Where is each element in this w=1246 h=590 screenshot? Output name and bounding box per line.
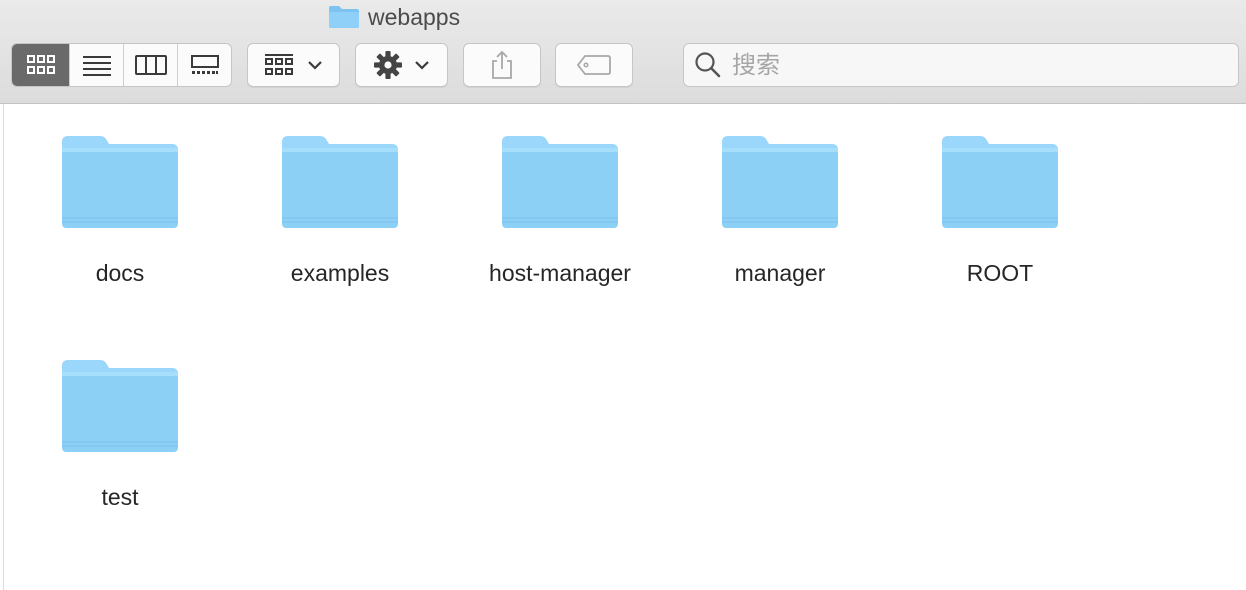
folder-content-area: docs examples host-manager manager ROOT …	[3, 104, 1246, 590]
folder-label: manager	[734, 260, 826, 286]
list-view-icon	[82, 56, 111, 76]
window-title: webapps	[328, 2, 460, 32]
folder-item-manager[interactable]: manager	[670, 134, 890, 287]
folder-label: test	[101, 484, 139, 510]
folder-label: docs	[95, 260, 145, 286]
icon-view-button[interactable]	[12, 44, 70, 86]
folder-item-host-manager[interactable]: host-manager	[450, 134, 670, 287]
folder-item-examples[interactable]: examples	[230, 134, 450, 287]
list-view-button[interactable]	[70, 44, 124, 86]
folder-icon	[62, 360, 178, 452]
tags-button[interactable]	[555, 43, 633, 87]
share-button[interactable]	[463, 43, 541, 87]
folder-label: ROOT	[966, 260, 1034, 286]
search-icon	[695, 52, 721, 78]
chevron-down-icon	[414, 61, 429, 70]
view-mode-control	[11, 43, 232, 87]
chevron-down-icon	[307, 61, 322, 70]
group-by-button[interactable]	[247, 43, 340, 87]
column-view-icon	[134, 55, 167, 75]
folder-item-docs[interactable]: docs	[10, 134, 230, 287]
folder-icon	[62, 136, 178, 228]
folder-label: host-manager	[489, 260, 631, 286]
folder-icon	[328, 5, 360, 29]
folder-icon	[502, 136, 618, 228]
folder-label: examples	[290, 260, 390, 286]
gallery-view-icon	[190, 55, 219, 74]
folder-item-root[interactable]: ROOT	[890, 134, 1110, 287]
search-input[interactable]	[730, 50, 1214, 80]
gallery-view-button[interactable]	[178, 44, 231, 86]
gear-icon	[373, 51, 402, 79]
tag-icon	[576, 55, 611, 75]
finder-toolbar: webapps	[0, 0, 1246, 104]
folder-icon	[722, 136, 838, 228]
window-title-text: webapps	[368, 3, 461, 30]
column-view-button[interactable]	[124, 44, 178, 86]
action-menu-button[interactable]	[355, 43, 448, 87]
group-grid-icon	[264, 54, 293, 75]
search-field[interactable]	[683, 43, 1239, 87]
folder-icon	[942, 136, 1058, 228]
share-icon	[492, 50, 512, 79]
folder-icon	[282, 136, 398, 228]
folder-item-test[interactable]: test	[10, 358, 230, 511]
icon-view-icon	[26, 55, 55, 74]
